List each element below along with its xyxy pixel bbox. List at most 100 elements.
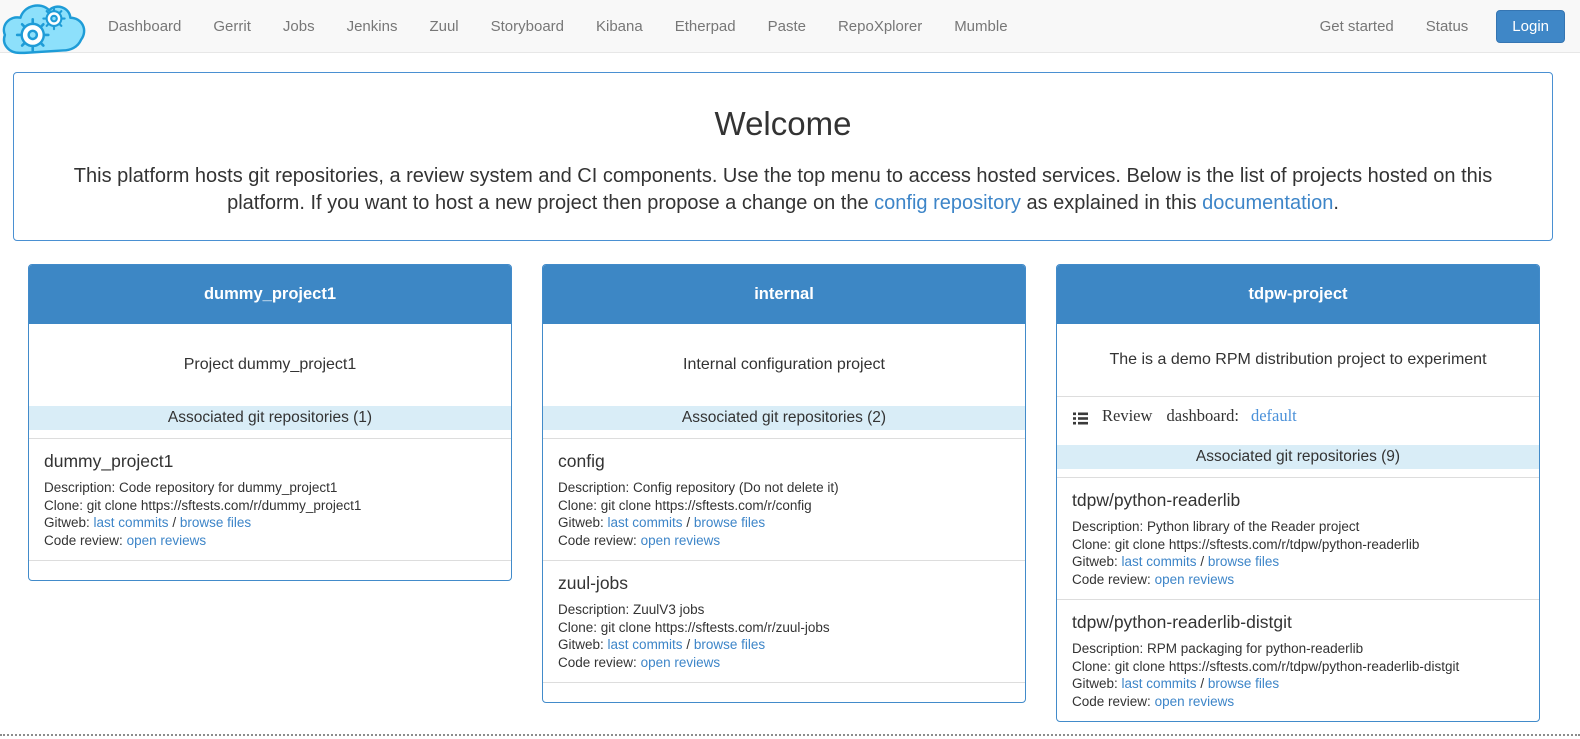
navbar-right: Get started Status Login — [1304, 0, 1580, 53]
repos-header: Associated git repositories (1) — [29, 406, 511, 430]
description-label: Description: — [1072, 519, 1143, 534]
repo-item: zuul-jobs Description: ZuulV3 jobs Clone… — [543, 560, 1025, 682]
repo-name: zuul-jobs — [558, 573, 1010, 594]
documentation-link[interactable]: documentation — [1202, 192, 1333, 214]
nav-item-zuul[interactable]: Zuul — [413, 0, 474, 53]
description-value: ZuulV3 jobs — [633, 602, 704, 617]
nav-item-storyboard[interactable]: Storyboard — [475, 0, 580, 53]
repo-gitweb-line: Gitweb: last commits / browse files — [1072, 675, 1524, 693]
repo-item: config Description: Config repository (D… — [543, 438, 1025, 560]
repo-item: tdpw/python-readerlib-distgit Descriptio… — [1057, 599, 1539, 721]
last-commits-link[interactable]: last commits — [1122, 554, 1197, 569]
review-dashboard-label: Review dashboard: — [1102, 406, 1239, 426]
repo-clone-line: Clone: git clone https://sftests.com/r/d… — [44, 497, 496, 515]
clone-label: Clone: — [44, 498, 83, 513]
repo-review-line: Code review: open reviews — [1072, 693, 1524, 711]
open-reviews-link[interactable]: open reviews — [641, 533, 721, 548]
repo-description-line: Description: Python library of the Reade… — [1072, 518, 1524, 536]
repo-review-line: Code review: open reviews — [1072, 571, 1524, 589]
link-separator: / — [686, 637, 690, 652]
open-reviews-link[interactable]: open reviews — [1155, 572, 1235, 587]
last-commits-link[interactable]: last commits — [608, 515, 683, 530]
browse-files-link[interactable]: browse files — [694, 637, 765, 652]
brand-logo[interactable] — [0, 0, 92, 53]
nav-item-jenkins[interactable]: Jenkins — [331, 0, 414, 53]
login-button[interactable]: Login — [1496, 10, 1565, 43]
nav-item-status[interactable]: Status — [1410, 0, 1485, 53]
project-card-tdpw-project: tdpw-project The is a demo RPM distribut… — [1056, 264, 1540, 722]
nav-item-gerrit[interactable]: Gerrit — [197, 0, 267, 53]
code-review-label: Code review: — [1072, 572, 1151, 587]
repos-list: config Description: Config repository (D… — [543, 430, 1025, 702]
browse-files-link[interactable]: browse files — [180, 515, 251, 530]
repo-description-line: Description: RPM packaging for python-re… — [1072, 640, 1524, 658]
footer-divider — [0, 734, 1580, 736]
config-repository-link[interactable]: config repository — [874, 192, 1021, 214]
code-review-label: Code review: — [1072, 694, 1151, 709]
clone-value: git clone https://sftests.com/r/config — [601, 498, 812, 513]
projects-row: dummy_project1 Project dummy_project1 As… — [28, 264, 1540, 722]
gitweb-label: Gitweb: — [558, 637, 604, 652]
project-card-dummy-project1: dummy_project1 Project dummy_project1 As… — [28, 264, 512, 581]
description-value: Code repository for dummy_project1 — [119, 480, 337, 495]
repo-review-line: Code review: open reviews — [558, 654, 1010, 672]
description-label: Description: — [1072, 641, 1143, 656]
browse-files-link[interactable]: browse files — [1208, 676, 1279, 691]
repo-clone-line: Clone: git clone https://sftests.com/r/z… — [558, 619, 1010, 637]
default-dashboard-link[interactable]: default — [1251, 406, 1297, 426]
project-card-title: internal — [543, 265, 1025, 324]
project-card-title: dummy_project1 — [29, 265, 511, 324]
repo-item: tdpw/python-readerlib Description: Pytho… — [1057, 477, 1539, 599]
nav-item-jobs[interactable]: Jobs — [267, 0, 331, 53]
repos-list: dummy_project1 Description: Code reposit… — [29, 430, 511, 580]
open-reviews-link[interactable]: open reviews — [127, 533, 207, 548]
repo-clone-line: Clone: git clone https://sftests.com/r/c… — [558, 497, 1010, 515]
last-commits-link[interactable]: last commits — [1122, 676, 1197, 691]
repo-description-line: Description: Code repository for dummy_p… — [44, 479, 496, 497]
clone-value: git clone https://sftests.com/r/tdpw/pyt… — [1115, 537, 1420, 552]
repo-item: dummy_project1 Description: Code reposit… — [29, 438, 511, 560]
description-value: Config repository (Do not delete it) — [633, 480, 839, 495]
link-separator: / — [1200, 676, 1204, 691]
welcome-text: This platform hosts git repositories, a … — [60, 163, 1506, 216]
repo-clone-line: Clone: git clone https://sftests.com/r/t… — [1072, 658, 1524, 676]
list-icon — [1073, 410, 1088, 423]
open-reviews-link[interactable]: open reviews — [1155, 694, 1235, 709]
nav-item-repoxplorer[interactable]: RepoXplorer — [822, 0, 938, 53]
repo-review-line: Code review: open reviews — [44, 532, 496, 550]
repo-clone-line: Clone: git clone https://sftests.com/r/t… — [1072, 536, 1524, 554]
repo-gitweb-line: Gitweb: last commits / browse files — [1072, 553, 1524, 571]
welcome-text-part2: as explained in this — [1021, 192, 1202, 214]
nav-item-kibana[interactable]: Kibana — [580, 0, 659, 53]
gitweb-label: Gitweb: — [1072, 554, 1118, 569]
description-label: Description: — [44, 480, 115, 495]
code-review-label: Code review: — [558, 533, 637, 548]
nav-item-paste[interactable]: Paste — [752, 0, 822, 53]
link-separator: / — [172, 515, 176, 530]
list-footer — [543, 682, 1025, 702]
repo-gitweb-line: Gitweb: last commits / browse files — [558, 514, 1010, 532]
repos-header: Associated git repositories (9) — [1057, 445, 1539, 469]
project-description: Project dummy_project1 — [29, 324, 511, 406]
list-footer — [29, 560, 511, 580]
main-menu: Dashboard Gerrit Jobs Jenkins Zuul Story… — [92, 0, 1024, 52]
project-description: The is a demo RPM distribution project t… — [1057, 324, 1539, 396]
browse-files-link[interactable]: browse files — [1208, 554, 1279, 569]
nav-item-dashboard[interactable]: Dashboard — [92, 0, 197, 53]
open-reviews-link[interactable]: open reviews — [641, 655, 721, 670]
link-separator: / — [1200, 554, 1204, 569]
last-commits-link[interactable]: last commits — [608, 637, 683, 652]
gitweb-label: Gitweb: — [44, 515, 90, 530]
link-separator: / — [686, 515, 690, 530]
description-value: Python library of the Reader project — [1147, 519, 1359, 534]
code-review-label: Code review: — [558, 655, 637, 670]
nav-item-etherpad[interactable]: Etherpad — [659, 0, 752, 53]
repo-name: tdpw/python-readerlib — [1072, 490, 1524, 511]
browse-files-link[interactable]: browse files — [694, 515, 765, 530]
nav-item-mumble[interactable]: Mumble — [938, 0, 1023, 53]
code-review-label: Code review: — [44, 533, 123, 548]
nav-item-get-started[interactable]: Get started — [1304, 0, 1410, 53]
repo-name: dummy_project1 — [44, 451, 496, 472]
repos-header: Associated git repositories (2) — [543, 406, 1025, 430]
last-commits-link[interactable]: last commits — [94, 515, 169, 530]
